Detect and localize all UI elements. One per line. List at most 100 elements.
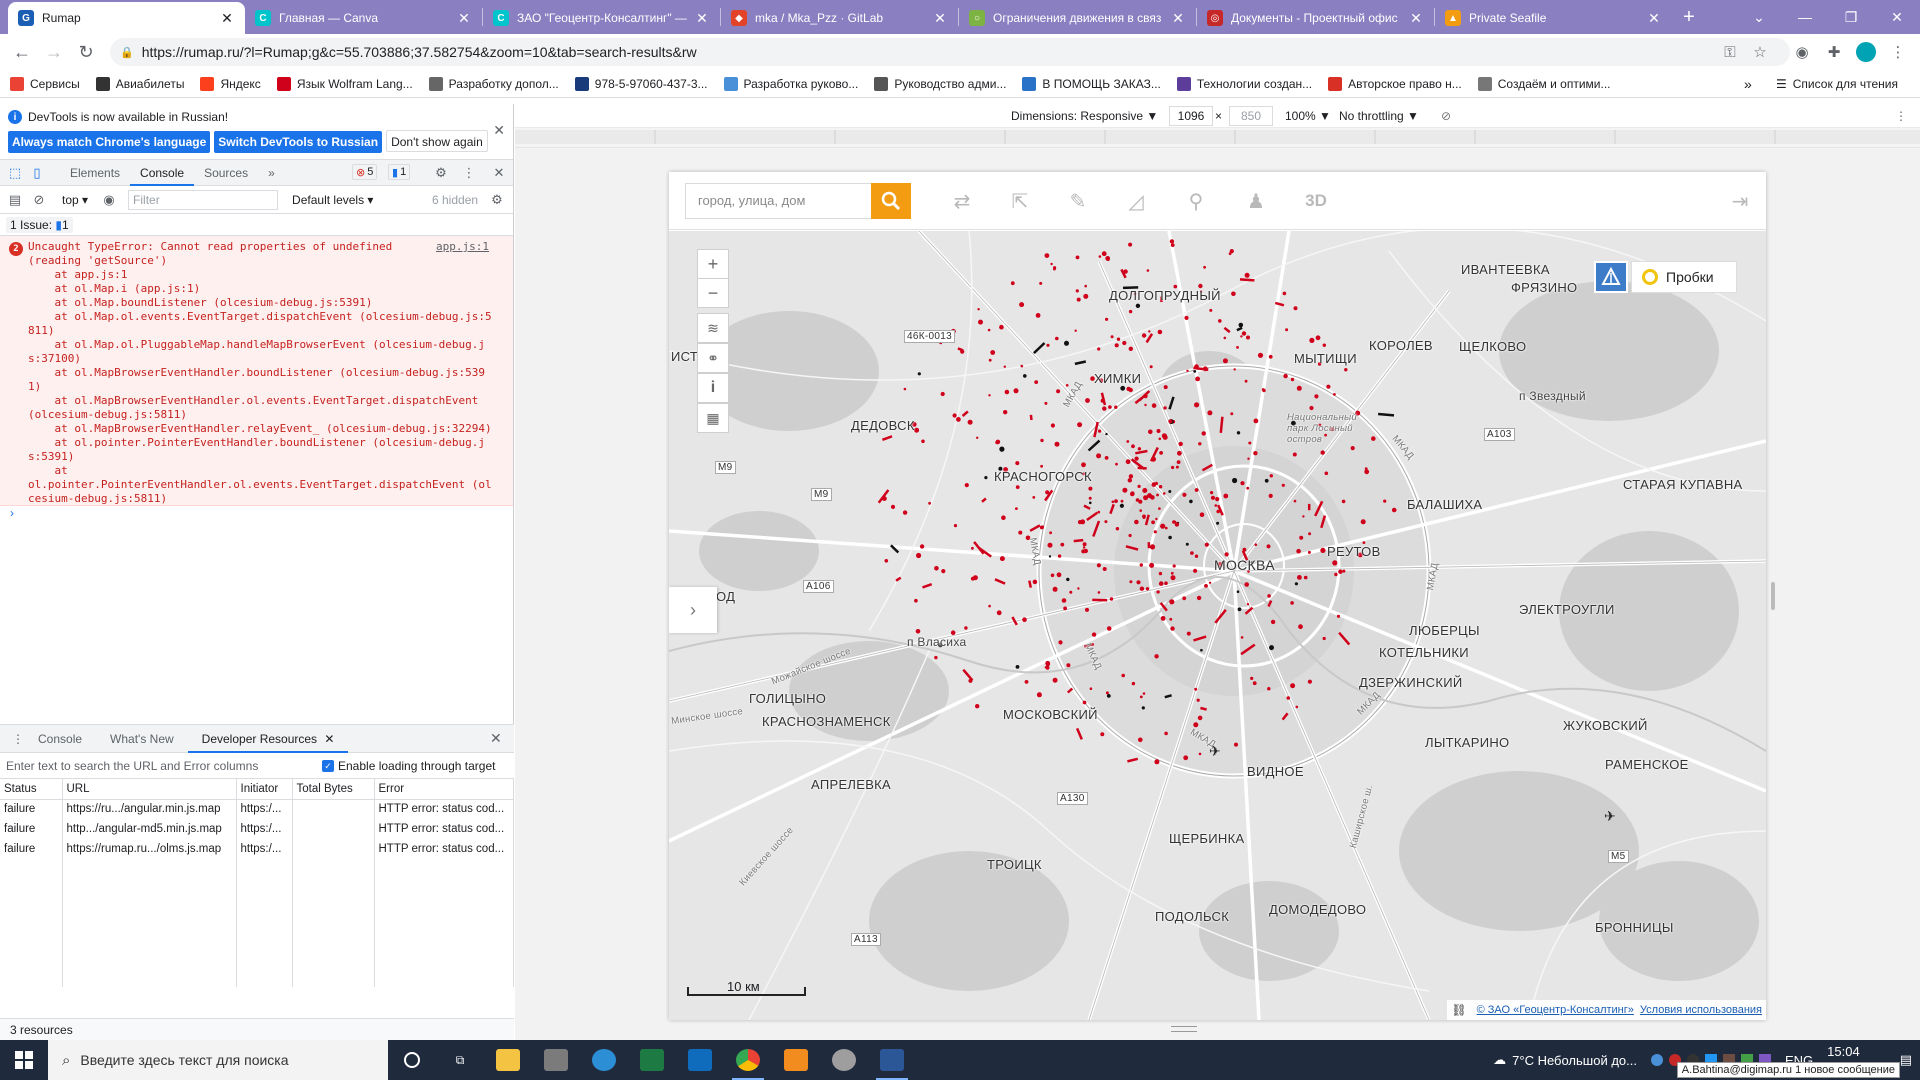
restriction-point[interactable] — [1302, 515, 1305, 518]
stack-trace-line[interactable]: at ol.MapBrowserEventHandler.relayEvent_… — [28, 422, 509, 436]
restriction-point[interactable] — [1160, 616, 1166, 621]
restriction-point[interactable] — [1052, 586, 1058, 592]
restriction-point[interactable] — [1128, 387, 1133, 393]
close-tab-icon[interactable]: ✕ — [694, 10, 710, 27]
restriction-point[interactable] — [1024, 680, 1029, 684]
restriction-point[interactable] — [1063, 606, 1067, 611]
restriction-point[interactable] — [1290, 377, 1295, 382]
restriction-point[interactable] — [1332, 560, 1338, 566]
restriction-point[interactable] — [1144, 403, 1147, 407]
restriction-point[interactable] — [1253, 451, 1258, 456]
restriction-point[interactable] — [1246, 603, 1250, 606]
restriction-segment[interactable] — [1214, 609, 1227, 624]
stack-trace-line[interactable]: at — [28, 464, 509, 478]
restriction-point[interactable] — [1341, 499, 1346, 504]
browser-tab[interactable]: C Главная — Canva ✕ — [245, 2, 482, 34]
restriction-point[interactable] — [890, 504, 896, 509]
restriction-point[interactable] — [1111, 500, 1115, 504]
restriction-point[interactable] — [1186, 369, 1189, 372]
restriction-point[interactable] — [1364, 469, 1370, 475]
restriction-point[interactable] — [1049, 531, 1052, 535]
live-expression-eye-icon[interactable]: ◉ — [100, 191, 118, 209]
restriction-point[interactable] — [1157, 329, 1163, 335]
stack-trace-line[interactable]: at ol.Map.i (app.js:1) — [28, 282, 509, 296]
restriction-point[interactable] — [1156, 590, 1160, 594]
restriction-point[interactable] — [1128, 242, 1133, 247]
restriction-point[interactable] — [1269, 474, 1273, 478]
restriction-point[interactable] — [953, 524, 958, 528]
restriction-point[interactable] — [1010, 281, 1015, 286]
restriction-point[interactable] — [1149, 544, 1156, 550]
restriction-point[interactable] — [1102, 567, 1107, 571]
restriction-point[interactable] — [988, 358, 992, 362]
restriction-point[interactable] — [1244, 379, 1248, 383]
restriction-point[interactable] — [1250, 676, 1254, 680]
restriction-point[interactable] — [1047, 542, 1053, 548]
restriction-point[interactable] — [1230, 412, 1234, 416]
drawer-tab-developer-resources[interactable]: Developer Resources ✕ — [187, 725, 349, 753]
restriction-point[interactable] — [1075, 289, 1079, 293]
restriction-point[interactable] — [1169, 617, 1173, 621]
errors-badge[interactable]: ⊗ 5 — [352, 164, 378, 180]
notifications-icon[interactable]: ▤ — [1900, 1052, 1912, 1068]
stack-trace-line[interactable]: ol.pointer.PointerEventHandler.ol.events… — [28, 478, 509, 492]
weather-text[interactable]: 7°C Небольшой до... — [1512, 1053, 1637, 1068]
restriction-point[interactable] — [1223, 336, 1227, 340]
restriction-point[interactable] — [1267, 594, 1271, 598]
chrome-icon[interactable] — [724, 1040, 772, 1080]
restriction-point[interactable] — [999, 324, 1004, 330]
restriction-point[interactable] — [1158, 485, 1163, 489]
restriction-point[interactable] — [1120, 385, 1126, 391]
stack-trace-line[interactable]: s:37100) — [28, 352, 509, 366]
restriction-point[interactable] — [1281, 483, 1285, 487]
restriction-segment[interactable] — [890, 544, 900, 554]
clear-console-icon[interactable]: ⊘ — [30, 191, 48, 209]
restriction-point[interactable] — [1170, 243, 1175, 247]
restriction-point[interactable] — [1163, 385, 1168, 390]
browser-tab[interactable]: ▲ Private Seafile ✕ — [1435, 2, 1672, 34]
restriction-point[interactable] — [1333, 393, 1336, 396]
zoom-dropdown[interactable]: 100% ▼ — [1285, 109, 1331, 123]
dont-show-again-button[interactable]: Don't show again — [386, 130, 488, 152]
bookmark-item[interactable]: Язык Wolfram Lang... — [276, 76, 413, 91]
restriction-point[interactable] — [1060, 542, 1065, 547]
restriction-point[interactable] — [1186, 631, 1191, 636]
resources-search-input[interactable]: Enter text to search the URL and Error c… — [6, 759, 322, 773]
restriction-point[interactable] — [1268, 354, 1273, 359]
col-error[interactable]: Error — [374, 779, 514, 800]
restriction-point[interactable] — [1082, 546, 1086, 549]
map-canvas[interactable]: ИВАНТЕЕВКА ФРЯЗИНО ДОЛГОПРУДНЫЙ МЫТИЩИ К… — [669, 231, 1766, 1020]
restriction-point[interactable] — [1208, 581, 1212, 584]
restriction-segment[interactable] — [1236, 326, 1243, 332]
table-row[interactable]: failure https://ru.../angular.min.js.map h… — [0, 799, 514, 819]
restriction-point[interactable] — [1241, 331, 1247, 336]
restriction-point[interactable] — [1315, 335, 1321, 341]
restriction-point[interactable] — [1156, 493, 1159, 497]
restriction-point[interactable] — [1172, 520, 1176, 524]
restriction-point[interactable] — [1237, 607, 1242, 612]
restriction-point[interactable] — [1039, 281, 1043, 285]
restriction-segment[interactable] — [881, 435, 893, 441]
restriction-segment[interactable] — [1100, 392, 1107, 406]
restriction-segment[interactable] — [1274, 301, 1285, 307]
restriction-point[interactable] — [1236, 346, 1239, 349]
restriction-point[interactable] — [1293, 499, 1297, 503]
rotate-icon[interactable]: ⊘ — [1441, 109, 1451, 123]
search-button[interactable] — [871, 183, 911, 219]
restriction-segment[interactable] — [1066, 687, 1074, 694]
restriction-segment[interactable] — [1219, 416, 1224, 434]
restriction-point[interactable] — [1156, 429, 1161, 433]
restriction-point[interactable] — [1307, 550, 1311, 554]
restriction-point[interactable] — [1048, 555, 1052, 558]
restriction-point[interactable] — [1015, 485, 1020, 489]
restriction-point[interactable] — [1023, 374, 1027, 378]
restriction-segment[interactable] — [1145, 333, 1154, 344]
restriction-point[interactable] — [1290, 683, 1296, 689]
zoom-out-button[interactable]: − — [697, 278, 729, 308]
restriction-point[interactable] — [903, 387, 907, 391]
restriction-point[interactable] — [1223, 493, 1229, 499]
restriction-point[interactable] — [915, 629, 921, 634]
restriction-segment[interactable] — [1127, 757, 1139, 763]
restriction-segment[interactable] — [1135, 449, 1148, 455]
restriction-point[interactable] — [1003, 410, 1008, 415]
